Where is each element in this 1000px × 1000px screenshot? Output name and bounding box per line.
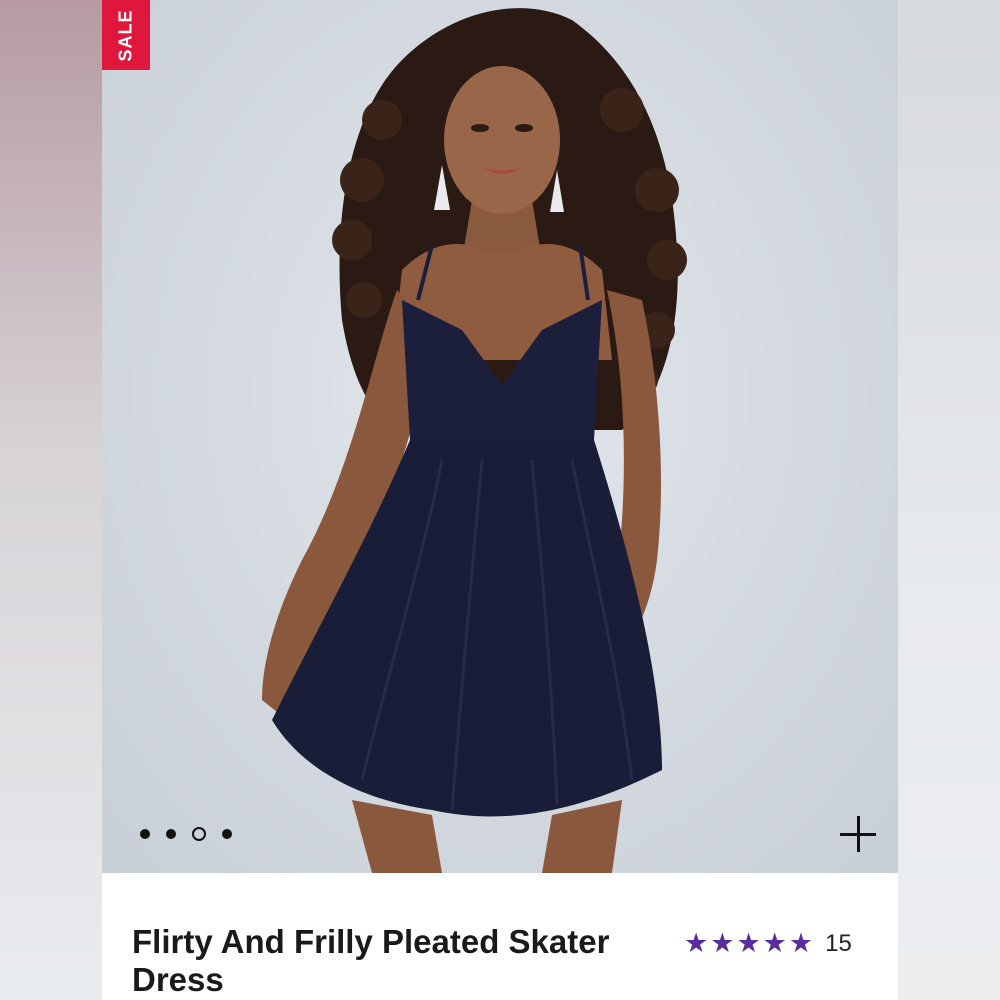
- carousel-indicators: [140, 822, 232, 846]
- carousel-dot-2[interactable]: [166, 829, 176, 839]
- zoom-button[interactable]: [838, 814, 878, 854]
- review-count[interactable]: 15: [825, 930, 852, 958]
- star-rating: ★ ★ ★ ★ ★: [684, 929, 813, 959]
- carousel-dot-1[interactable]: [140, 829, 150, 839]
- product-info: Flirty And Frilly Pleated Skater Dress ★…: [102, 873, 898, 1000]
- star-icon: ★: [684, 928, 709, 959]
- product-image[interactable]: SALE: [102, 0, 898, 873]
- star-icon: ★: [736, 928, 761, 959]
- blurred-background-left: [0, 0, 102, 1000]
- product-card: SALE Flirty And Frilly Pleated Skater Dr…: [102, 0, 898, 1000]
- star-icon: ★: [762, 928, 787, 959]
- product-title: Flirty And Frilly Pleated Skater Dress: [132, 923, 610, 998]
- carousel-dot-3-active[interactable]: [192, 827, 206, 841]
- carousel-dot-4[interactable]: [222, 829, 232, 839]
- star-icon: ★: [710, 928, 735, 959]
- product-rating[interactable]: ★ ★ ★ ★ ★ 15: [684, 929, 852, 959]
- sale-badge: SALE: [102, 0, 150, 70]
- sale-badge-label: SALE: [115, 8, 136, 62]
- blurred-background-right: [898, 0, 1000, 1000]
- model-illustration: [262, 8, 687, 873]
- star-icon: ★: [788, 928, 814, 959]
